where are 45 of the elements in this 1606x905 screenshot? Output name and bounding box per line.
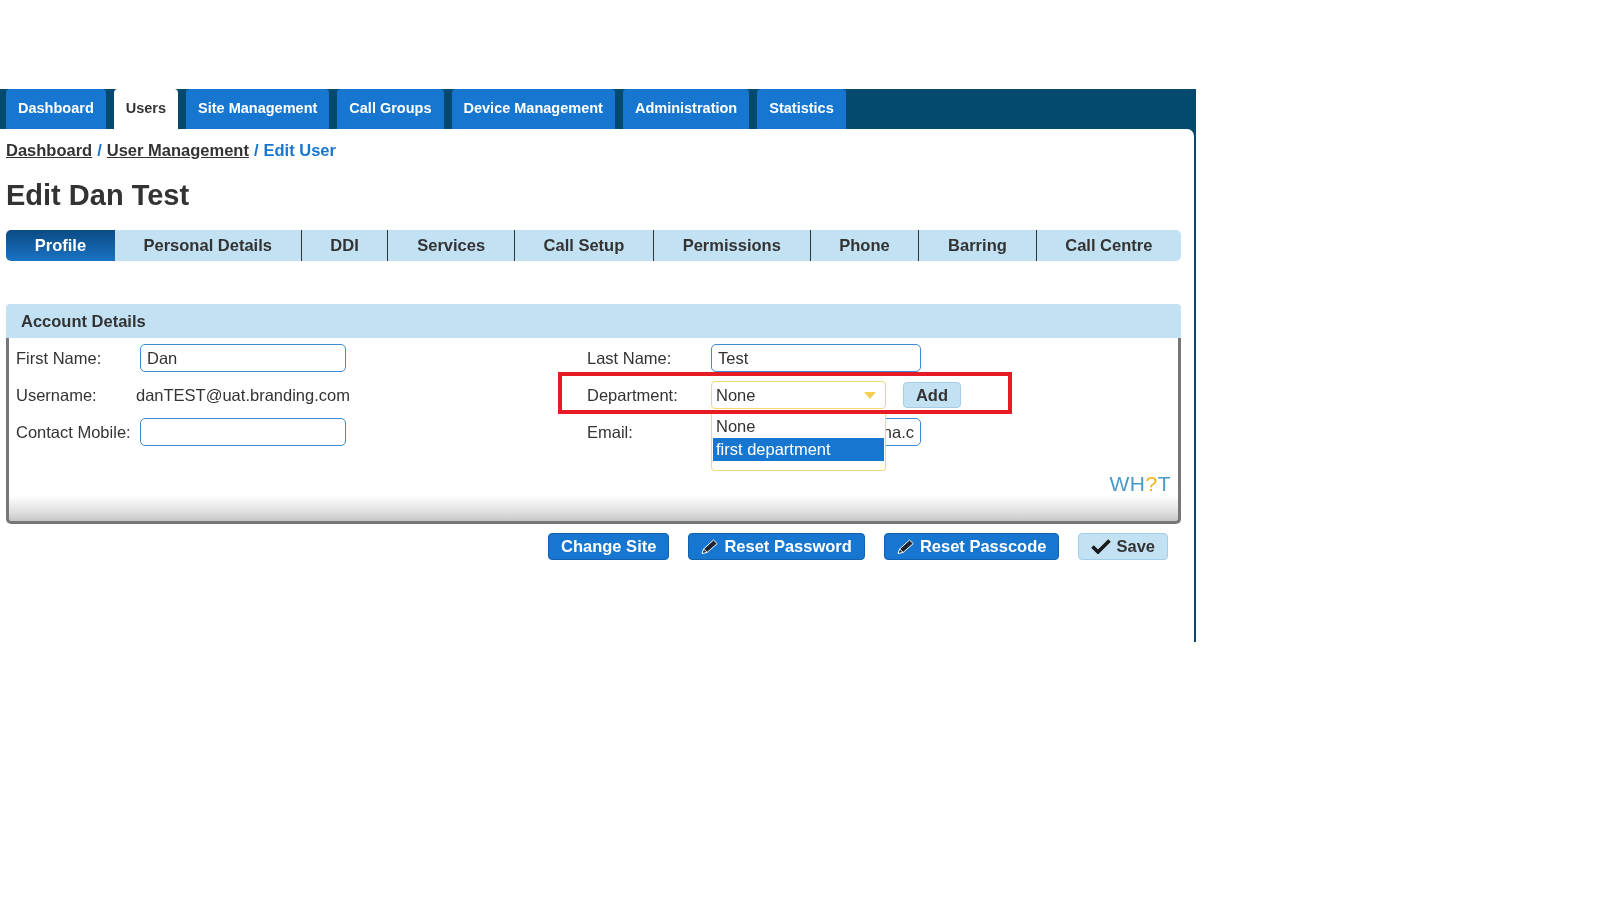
section-tab[interactable]: DDI: [300, 230, 388, 261]
field-label: Last Name:: [587, 348, 673, 368]
check-icon: [1091, 539, 1112, 554]
add-button[interactable]: Add: [903, 382, 961, 408]
field-label: Email:: [587, 422, 634, 442]
dropdown-option[interactable]: first department: [713, 438, 884, 461]
breadcrumb-link[interactable]: User Management: [106, 140, 249, 160]
section-tab[interactable]: Call Centre: [1035, 230, 1181, 261]
dropdown-option[interactable]: None: [713, 415, 884, 438]
section-tab[interactable]: Barring: [918, 230, 1036, 261]
section-tab[interactable]: Profile: [6, 230, 115, 261]
nav-tab[interactable]: Users: [113, 89, 179, 129]
section-tab[interactable]: Permissions: [652, 230, 810, 261]
field-label: Username:: [16, 385, 98, 405]
caret-icon: [864, 391, 876, 399]
section-tab[interactable]: Personal Details: [114, 230, 301, 261]
breadcrumb-separator: /: [253, 140, 259, 160]
breadcrumb-separator: /: [97, 140, 102, 160]
nav-tab[interactable]: Dashboard: [6, 89, 106, 129]
dropdown-select[interactable]: None: [711, 381, 886, 409]
action-button[interactable]: Reset Password: [688, 533, 865, 560]
text-field[interactable]: Test: [711, 344, 921, 372]
field-label: First Name:: [16, 348, 103, 368]
section-tab[interactable]: Phone: [809, 230, 919, 261]
action-button[interactable]: Reset Passcode: [883, 533, 1060, 560]
section-tab[interactable]: Services: [387, 230, 514, 261]
nav-tab[interactable]: Administration: [622, 89, 750, 129]
nav-tab[interactable]: Call Groups: [337, 89, 444, 129]
field-label: Contact Mobile:: [16, 422, 132, 442]
section-tab[interactable]: Call Setup: [513, 230, 653, 261]
field-value: danTEST@uat.branding.com: [136, 385, 351, 405]
field-label: Department:: [587, 385, 679, 405]
nav-tab[interactable]: Device Management: [451, 89, 615, 129]
text-field[interactable]: [140, 418, 346, 446]
panel-title: Account Details: [21, 311, 146, 331]
page-title: Edit Dan Test: [6, 178, 191, 212]
text-field[interactable]: Dan: [140, 344, 346, 372]
breadcrumb-current: Edit User: [263, 140, 336, 160]
action-button[interactable]: Change Site: [548, 533, 670, 560]
nav-tab[interactable]: Statistics: [757, 89, 846, 129]
save-button[interactable]: Save: [1078, 533, 1168, 560]
breadcrumb-link[interactable]: Dashboard: [6, 140, 93, 160]
nav-tab[interactable]: Site Management: [186, 89, 330, 129]
logo-text: WH?T: [1109, 472, 1171, 496]
pencil-icon: [896, 539, 917, 554]
